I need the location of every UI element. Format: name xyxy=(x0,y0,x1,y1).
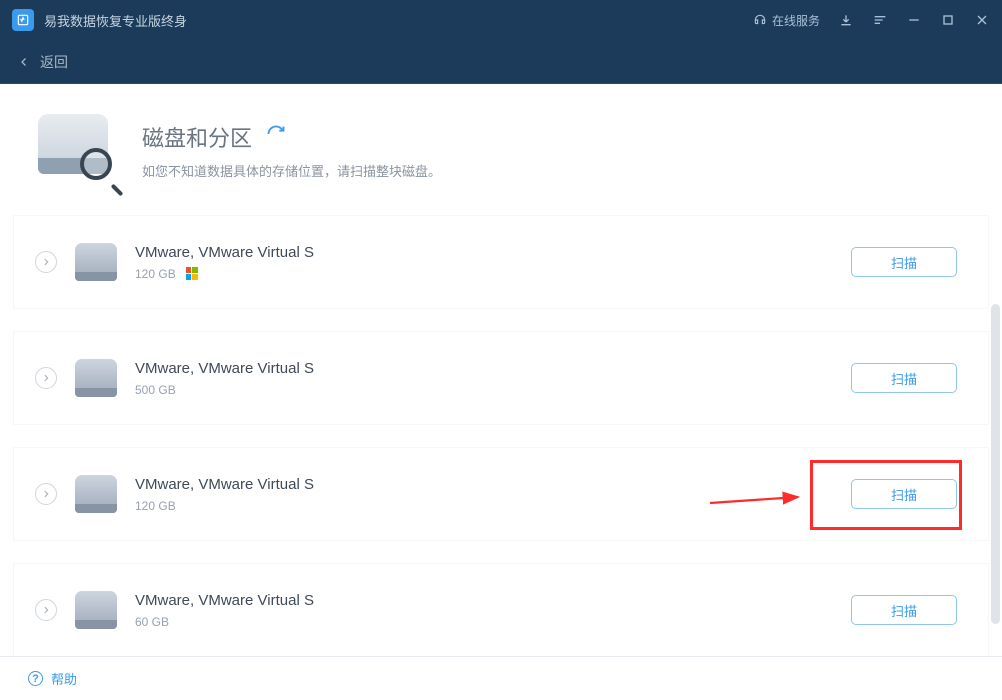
disk-size: 500 GB xyxy=(135,383,176,397)
disk-size: 120 GB xyxy=(135,499,176,513)
disk-icon xyxy=(75,475,117,513)
page-subtitle: 如您不知道数据具体的存储位置，请扫描整块磁盘。 xyxy=(142,161,441,180)
scan-button[interactable]: 扫描 xyxy=(851,595,957,625)
scrollbar[interactable] xyxy=(991,304,1000,624)
disk-name: VMware, VMware Virtual S xyxy=(135,592,833,609)
app-logo-icon xyxy=(12,9,34,31)
back-label: 返回 xyxy=(40,52,68,72)
disk-item: VMware, VMware Virtual S 500 GB 扫描 xyxy=(14,332,988,424)
disk-icon xyxy=(75,591,117,629)
disk-item: VMware, VMware Virtual S 120 GB 扫描 xyxy=(14,448,988,540)
help-link[interactable]: ? 帮助 xyxy=(28,669,77,688)
disk-size: 60 GB xyxy=(135,615,169,629)
expand-toggle[interactable] xyxy=(35,367,57,389)
menu-icon[interactable] xyxy=(872,12,888,28)
help-label: 帮助 xyxy=(51,669,77,688)
back-bar: 返回 xyxy=(0,40,1002,84)
footer: ? 帮助 xyxy=(0,656,1002,700)
scan-button[interactable]: 扫描 xyxy=(851,363,957,393)
disk-name: VMware, VMware Virtual S xyxy=(135,244,833,261)
windows-icon xyxy=(186,267,199,280)
expand-toggle[interactable] xyxy=(35,251,57,273)
help-icon: ? xyxy=(28,671,43,686)
disk-size: 120 GB xyxy=(135,267,176,281)
content-area: 磁盘和分区 如您不知道数据具体的存储位置，请扫描整块磁盘。 VMware, VM… xyxy=(0,84,1002,656)
support-label: 在线服务 xyxy=(772,12,820,29)
disk-item: VMware, VMware Virtual S 120 GB 扫描 xyxy=(14,216,988,308)
scan-button[interactable]: 扫描 xyxy=(851,479,957,509)
scan-button[interactable]: 扫描 xyxy=(851,247,957,277)
disk-search-illustration-icon xyxy=(38,114,116,186)
minimize-icon[interactable] xyxy=(906,12,922,28)
refresh-icon[interactable] xyxy=(266,124,286,149)
expand-toggle[interactable] xyxy=(35,599,57,621)
disk-item: VMware, VMware Virtual S 60 GB 扫描 xyxy=(14,564,988,656)
close-icon[interactable] xyxy=(974,12,990,28)
maximize-icon[interactable] xyxy=(940,12,956,28)
disk-name: VMware, VMware Virtual S xyxy=(135,476,833,493)
back-button[interactable]: 返回 xyxy=(18,52,68,72)
disk-list: VMware, VMware Virtual S 120 GB 扫描 VMwar… xyxy=(0,216,1002,656)
download-icon[interactable] xyxy=(838,12,854,28)
titlebar: 易我数据恢复专业版终身 在线服务 xyxy=(0,0,1002,40)
disk-icon xyxy=(75,359,117,397)
header-section: 磁盘和分区 如您不知道数据具体的存储位置，请扫描整块磁盘。 xyxy=(0,84,1002,216)
expand-toggle[interactable] xyxy=(35,483,57,505)
app-title: 易我数据恢复专业版终身 xyxy=(44,11,753,30)
online-support-button[interactable]: 在线服务 xyxy=(753,12,820,29)
page-title: 磁盘和分区 xyxy=(142,121,252,153)
disk-name: VMware, VMware Virtual S xyxy=(135,360,833,377)
disk-icon xyxy=(75,243,117,281)
